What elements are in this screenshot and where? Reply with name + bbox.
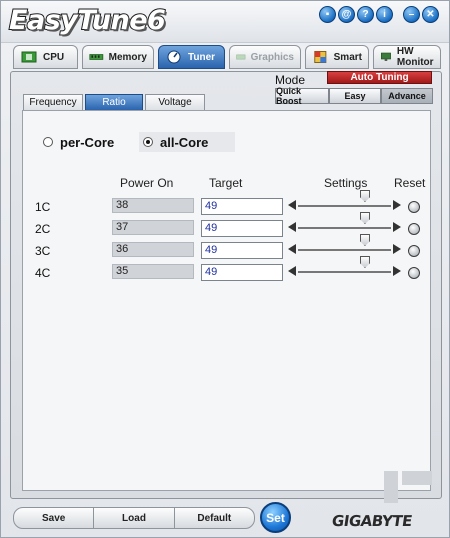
target-input-2c[interactable]: 49 bbox=[201, 220, 283, 237]
reset-button-2c[interactable] bbox=[408, 223, 420, 235]
watermark-block bbox=[402, 471, 432, 485]
tab-label: Graphics bbox=[250, 51, 294, 63]
target-input-4c[interactable]: 49 bbox=[201, 264, 283, 281]
slider-left-arrow-icon[interactable] bbox=[288, 244, 296, 254]
save-button[interactable]: Save bbox=[14, 508, 95, 528]
minimize-icon[interactable]: – bbox=[403, 6, 420, 23]
mode-selector: Quick Boost Easy Advance bbox=[275, 86, 433, 106]
help-icon[interactable]: ? bbox=[357, 6, 374, 23]
slider-track bbox=[298, 271, 391, 273]
row-label-3c: 3C bbox=[35, 244, 51, 258]
slider-right-arrow-icon[interactable] bbox=[393, 200, 401, 210]
tab-memory[interactable]: Memory bbox=[82, 45, 154, 69]
main-tab-bar: CPU Memory Tuner Graphics Smart HW Monit… bbox=[11, 45, 441, 71]
tab-label: Smart bbox=[333, 51, 362, 63]
slider-track bbox=[298, 249, 391, 251]
tab-label: Memory bbox=[108, 51, 147, 63]
radio-label: all-Core bbox=[160, 134, 209, 150]
file-icon[interactable]: ▪ bbox=[319, 6, 336, 23]
reset-button-1c[interactable] bbox=[408, 201, 420, 213]
reset-button-4c[interactable] bbox=[408, 267, 420, 279]
tab-label: Tuner bbox=[188, 51, 216, 63]
mode-label: Mode bbox=[275, 73, 306, 87]
info-icon[interactable]: i bbox=[376, 6, 393, 23]
app-logo: EasyTune6 bbox=[8, 4, 167, 37]
app-window: EasyTune6 ▪ @ ? i – ✕ CPU Memory Tuner G… bbox=[0, 0, 450, 538]
mode-quick-boost-button[interactable]: Quick Boost bbox=[275, 86, 329, 106]
slider-track bbox=[298, 227, 391, 229]
mode-easy-button[interactable]: Easy bbox=[329, 88, 381, 104]
radio-per-core[interactable]: per-Core bbox=[39, 132, 135, 152]
radio-indicator bbox=[43, 137, 53, 147]
title-bar: EasyTune6 ▪ @ ? i – ✕ bbox=[1, 1, 449, 43]
slider-track bbox=[298, 205, 391, 207]
subtab-voltage[interactable]: Voltage bbox=[145, 94, 205, 110]
cpu-chip-icon bbox=[21, 51, 37, 63]
reset-button-3c[interactable] bbox=[408, 245, 420, 257]
ratio-slider-3c[interactable] bbox=[288, 244, 401, 256]
graphics-card-icon bbox=[236, 54, 246, 60]
tab-smart[interactable]: Smart bbox=[305, 45, 369, 69]
set-button[interactable]: Set bbox=[260, 502, 291, 533]
close-icon[interactable]: ✕ bbox=[422, 6, 439, 23]
subtab-frequency[interactable]: Frequency bbox=[23, 94, 83, 110]
ratio-slider-1c[interactable] bbox=[288, 200, 401, 212]
at-icon[interactable]: @ bbox=[338, 6, 355, 23]
power-on-value-1c: 38 bbox=[112, 198, 194, 213]
ratio-slider-4c[interactable] bbox=[288, 266, 401, 278]
header-power-on: Power On bbox=[120, 176, 174, 190]
watermark-block bbox=[384, 471, 398, 503]
monitor-icon bbox=[380, 52, 391, 61]
tuner-dial-icon bbox=[167, 50, 181, 64]
header-reset: Reset bbox=[394, 176, 426, 190]
power-on-value-2c: 37 bbox=[112, 220, 194, 235]
subtab-ratio[interactable]: Ratio bbox=[85, 94, 143, 110]
tab-tuner[interactable]: Tuner bbox=[158, 45, 225, 69]
header-settings: Settings bbox=[324, 176, 368, 190]
row-label-2c: 2C bbox=[35, 222, 51, 236]
slider-right-arrow-icon[interactable] bbox=[393, 244, 401, 254]
power-on-value-4c: 35 bbox=[112, 264, 194, 279]
ratio-slider-2c[interactable] bbox=[288, 222, 401, 234]
default-button[interactable]: Default bbox=[175, 508, 254, 528]
power-on-value-3c: 36 bbox=[112, 242, 194, 257]
watermark-logo bbox=[384, 471, 432, 503]
tab-cpu[interactable]: CPU bbox=[13, 45, 78, 69]
tab-label: HW Monitor bbox=[396, 46, 434, 68]
slider-right-arrow-icon[interactable] bbox=[393, 222, 401, 232]
radio-all-core[interactable]: all-Core bbox=[139, 132, 235, 152]
header-target: Target bbox=[209, 176, 243, 190]
bottom-button-bar: Save Load Default bbox=[13, 507, 255, 529]
smart-cube-icon bbox=[314, 50, 327, 64]
slider-right-arrow-icon[interactable] bbox=[393, 266, 401, 276]
auto-tuning-button[interactable]: Auto Tuning bbox=[327, 71, 432, 84]
radio-indicator bbox=[143, 137, 153, 147]
row-label-1c: 1C bbox=[35, 200, 51, 214]
brand-logo: GIGABYTE bbox=[330, 512, 414, 530]
ratio-content bbox=[22, 110, 431, 491]
radio-label: per-Core bbox=[60, 134, 115, 150]
memory-module-icon bbox=[89, 54, 104, 60]
tab-hw-monitor[interactable]: HW Monitor bbox=[373, 45, 441, 69]
slider-left-arrow-icon[interactable] bbox=[288, 266, 296, 276]
target-input-3c[interactable]: 49 bbox=[201, 242, 283, 259]
row-label-4c: 4C bbox=[35, 266, 51, 280]
tab-label: CPU bbox=[43, 51, 65, 63]
load-button[interactable]: Load bbox=[94, 508, 175, 528]
target-input-1c[interactable]: 49 bbox=[201, 198, 283, 215]
tab-graphics: Graphics bbox=[229, 45, 301, 69]
mode-advance-button[interactable]: Advance bbox=[381, 88, 433, 104]
slider-left-arrow-icon[interactable] bbox=[288, 200, 296, 210]
slider-left-arrow-icon[interactable] bbox=[288, 222, 296, 232]
